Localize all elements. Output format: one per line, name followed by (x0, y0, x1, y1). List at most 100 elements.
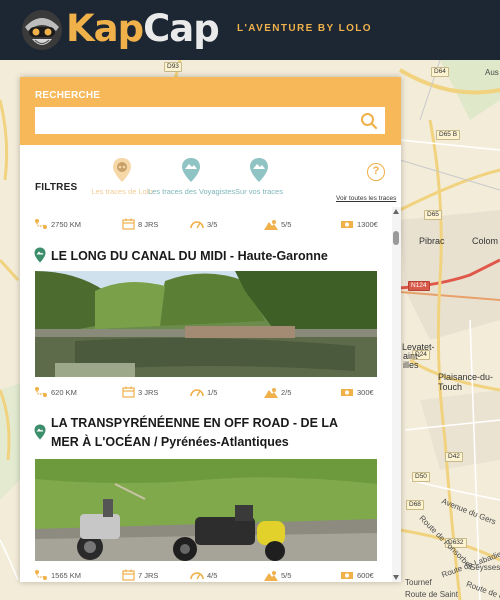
stat-scenery: 2/5 (264, 386, 291, 398)
stat-days-value: 7 JRS (138, 570, 159, 580)
stat-distance-value: 2750 KM (51, 219, 82, 229)
filters-row: FILTRES Les traces de Lolo Les traces de… (20, 153, 401, 202)
stat-days: 8 JRS (122, 218, 158, 230)
stat-difficulty-value: 1/5 (207, 387, 218, 397)
stat-scenery-value: 2/5 (281, 387, 292, 397)
filter-vos-traces-label: Sur vos traces (235, 187, 283, 196)
stat-difficulty: 3/5 (190, 218, 217, 230)
map-label-pibrac: Pibrac (419, 236, 445, 246)
trip-title-2-text: LA TRANSPYRÉNÉENNE EN OFF ROAD - DE LA M… (51, 416, 338, 449)
landscape-sun-icon (264, 388, 278, 398)
road-tag-d50: D50 (412, 472, 430, 482)
filters-label: FILTRES (35, 182, 78, 193)
trip-photo-2[interactable] (35, 459, 377, 561)
road-tag-d65: D65 (424, 210, 442, 220)
trip-stats-2: 1565 KM 7 JRS 4/5 5/5 600€ (34, 569, 392, 582)
map-label-tournef: Tournef (405, 578, 432, 587)
map-label-plaisance: Plaisance-du-Touch (438, 372, 494, 392)
landscape-sun-icon (264, 571, 278, 581)
calendar-icon (122, 569, 135, 581)
tagline: L'AVENTURE BY LOLO (237, 23, 372, 34)
stat-distance: 620 KM (34, 386, 77, 398)
stat-distance-value: 1565 KM (51, 570, 82, 580)
filter-voyagistes-label: Les traces des Voyagistes (148, 187, 236, 196)
difficulty-gauge-icon (190, 221, 204, 229)
trip-stats-top: 2750 KM 8 JRS 3/5 5/5 1300€ (34, 218, 392, 234)
logo-mascot-icon[interactable] (20, 7, 64, 53)
road-tag-n124: N124 (408, 281, 430, 291)
route-distance-icon (35, 387, 47, 397)
stat-budget-value: 1300€ (357, 219, 378, 229)
stat-difficulty-value: 3/5 (207, 219, 218, 229)
help-button[interactable]: ? (367, 163, 385, 181)
map-pin-lolo-icon (113, 158, 131, 182)
money-icon (341, 572, 353, 579)
search-input[interactable] (35, 107, 385, 134)
road-tag-d65b: D65 B (436, 130, 461, 140)
road-tag-d68: D68 (406, 500, 424, 510)
map-pin-vos-traces-icon (250, 158, 268, 182)
difficulty-gauge-icon (190, 389, 204, 397)
list-scrollbar[interactable] (392, 207, 401, 582)
stat-distance: 2750 KM (34, 218, 81, 230)
logo-part-kap: Kap (66, 7, 144, 50)
stat-budget: 300€ (340, 386, 374, 398)
money-icon (341, 389, 353, 396)
map-label-illes: illes (403, 360, 419, 370)
scroll-up-arrow-icon[interactable] (393, 209, 399, 214)
stat-budget-value: 300€ (357, 387, 374, 397)
stat-budget-value: 600€ (357, 570, 374, 580)
stat-budget: 1300€ (340, 218, 378, 230)
map-label-seysses: Seysses (470, 563, 500, 572)
road-tag-d93: D93 (164, 62, 182, 72)
trip-title-1-text: LE LONG DU CANAL DU MIDI - Haute-Garonne (51, 249, 328, 263)
calendar-icon (122, 218, 135, 230)
route-distance-icon (35, 570, 47, 580)
trip-title-2[interactable]: LA TRANSPYRÉNÉENNE EN OFF ROAD - DE LA M… (34, 414, 379, 454)
stat-days: 7 JRS (122, 569, 158, 581)
stat-budget: 600€ (340, 569, 374, 581)
app-header: KapCap L'AVENTURE BY LOLO (0, 0, 500, 60)
landscape-sun-icon (264, 220, 278, 230)
stat-distance: 1565 KM (34, 569, 81, 581)
stat-days-value: 3 JRS (138, 387, 159, 397)
trip-photo-1[interactable] (35, 271, 377, 377)
road-tag-d42: D42 (445, 452, 463, 462)
map-label-route-saint: Route de Saint (405, 590, 458, 599)
stat-days: 3 JRS (122, 386, 158, 398)
stat-scenery-value: 5/5 (281, 219, 292, 229)
filter-vos-traces[interactable]: Sur vos traces (228, 157, 290, 196)
map-label-colomiers: Colom (472, 236, 499, 246)
logo-wordmark[interactable]: KapCap (66, 6, 220, 52)
filter-voyagistes-traces[interactable]: Les traces des Voyagistes (148, 157, 236, 196)
motorcycles-photo (35, 459, 377, 561)
logo-part-cap: Cap (143, 7, 220, 50)
trip-stats-1: 620 KM 3 JRS 1/5 2/5 300€ (34, 386, 392, 402)
stat-difficulty: 1/5 (190, 386, 217, 398)
map-pin-trip-icon (34, 424, 46, 440)
map-label-aus: Aus (485, 68, 499, 77)
route-distance-icon (35, 219, 47, 229)
money-icon (341, 221, 353, 228)
stat-difficulty: 4/5 (190, 569, 217, 581)
map-pin-trip-icon (34, 247, 46, 263)
difficulty-gauge-icon (190, 572, 204, 580)
scroll-down-arrow-icon[interactable] (393, 575, 399, 580)
stat-scenery: 5/5 (264, 218, 291, 230)
scroll-thumb[interactable] (393, 231, 399, 245)
canal-photo (35, 271, 377, 377)
stat-days-value: 8 JRS (138, 219, 159, 229)
stat-scenery: 5/5 (264, 569, 291, 581)
road-tag-d64: D64 (431, 67, 449, 77)
search-button[interactable] (357, 109, 381, 132)
trip-title-1[interactable]: LE LONG DU CANAL DU MIDI - Haute-Garonne (34, 247, 379, 267)
search-block: RECHERCHE (20, 77, 401, 145)
trip-list[interactable]: 2750 KM 8 JRS 3/5 5/5 1300€ LE LONG DU C (20, 207, 392, 582)
search-title: RECHERCHE (35, 90, 101, 101)
stat-distance-value: 620 KM (51, 387, 77, 397)
search-panel: RECHERCHE FILTRES Les traces de Lolo Les… (20, 77, 401, 582)
calendar-icon (122, 386, 135, 398)
see-all-traces-link[interactable]: Voir toutes les traces (336, 195, 396, 202)
search-icon (361, 112, 378, 129)
stat-scenery-value: 5/5 (281, 570, 292, 580)
